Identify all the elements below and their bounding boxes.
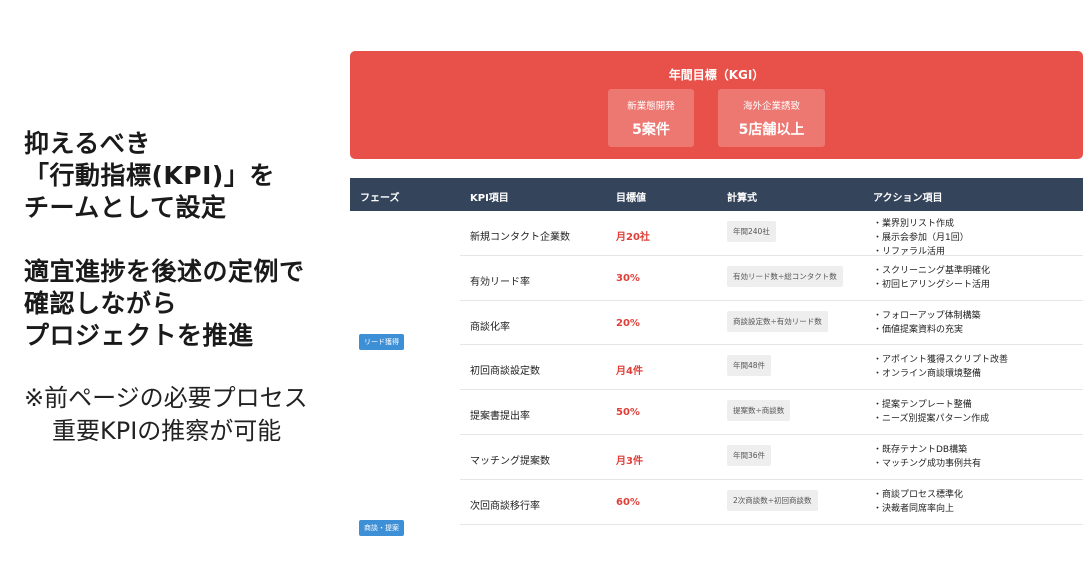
action-item: ・オンライン商談環境整備 (873, 369, 982, 380)
kpi-actions: ・スクリーニング基準明確化 ・初回ヒアリングシート活用 (873, 264, 990, 292)
kpi-formula: 2次商談数÷初回商談数 (727, 489, 818, 511)
note-line: ※前ページの必要プロセス (24, 384, 308, 412)
header-kpi-item: KPI項目 (470, 193, 509, 204)
kpi-target: 20% (616, 317, 640, 329)
header-formula: 計算式 (727, 193, 757, 204)
kpi-formula: 年間36件 (727, 445, 772, 466)
header-actions: アクション項目 (873, 193, 943, 204)
header-target: 目標値 (616, 193, 646, 204)
note: ※前ページの必要プロセス 重要KPIの推察が可能 (24, 382, 354, 448)
action-item: ・マッチング成功事例共有 (873, 459, 982, 469)
lead-line: 確認しながら (24, 289, 178, 318)
kpi-actions: ・アポイント獲得スクリプト改善 ・オンライン商談環境整備 (873, 353, 1008, 381)
table-body: リード獲得 商談・提案 新規コンタクト企業数 月20社 年間240社 ・業界別リ… (350, 211, 1083, 547)
action-item: ・提案テンプレート整備 (873, 400, 972, 411)
table-row: 有効リード率 30% 有効リード数÷総コンタクト数 ・スクリーニング基準明確化 … (460, 256, 1083, 301)
phase-badge-lead: リード獲得 (359, 334, 404, 350)
kgi-box-value: 5案件 (632, 122, 670, 138)
action-item: ・初回ヒアリングシート活用 (873, 279, 991, 290)
action-item: ・価値提案資料の充実 (873, 324, 964, 335)
kpi-item: 次回商談移行率 (470, 500, 540, 512)
kpi-formula: 提案数÷商談数 (727, 400, 791, 422)
kpi-actions: ・既存テナントDB構築 ・マッチング成功事例共有 (873, 443, 981, 471)
kpi-table: フェーズ KPI項目 目標値 計算式 アクション項目 リード獲得 商談・提案 新… (350, 178, 1083, 547)
kgi-banner: 年間目標（KGI） 新業態開発 5案件 海外企業誘致 5店舗以上 (350, 51, 1083, 159)
kpi-formula: 年間48件 (727, 355, 772, 377)
action-item: ・展示会参加（月1回） (873, 233, 969, 243)
kpi-formula: 年間240社 (727, 221, 776, 242)
kgi-box: 新業態開発 5案件 (608, 89, 694, 147)
action-item: ・フォローアップ体制構築 (873, 310, 981, 321)
table-row: 提案書提出率 50% 提案数÷商談数 ・提案テンプレート整備 ・ニーズ別提案パタ… (460, 390, 1083, 435)
action-item: ・スクリーニング基準明確化 (873, 265, 991, 276)
kgi-box-value: 5店舗以上 (738, 122, 805, 138)
lead-gap (24, 224, 354, 256)
kpi-actions: ・業界別リスト作成 ・展示会参加（月1回） ・リファラル活用 (873, 217, 969, 259)
action-item: ・ニーズ別提案パターン作成 (873, 414, 990, 425)
kpi-target: 50% (616, 407, 640, 419)
action-item: ・決裁者同席率向上 (873, 503, 955, 514)
lead-line: プロジェクトを推進 (24, 321, 254, 350)
kgi-box-label: 海外企業誘致 (742, 101, 800, 112)
kgi-box: 海外企業誘致 5店舗以上 (718, 89, 825, 147)
header-phase: フェーズ (360, 193, 400, 204)
lead-line: 「行動指標(KPI)」を (24, 161, 275, 190)
kpi-actions: ・提案テンプレート整備 ・ニーズ別提案パターン作成 (873, 398, 989, 426)
kpi-item: 新規コンタクト企業数 (470, 232, 570, 243)
action-item: ・業界別リスト作成 (873, 219, 955, 229)
action-item: ・アポイント獲得スクリプト改善 (873, 355, 1009, 366)
note-line: 重要KPIの推察が可能 (52, 417, 282, 445)
lead-line: 適宜進捗を後述の定例で (24, 257, 305, 286)
kpi-target: 30% (616, 272, 640, 284)
action-item: ・商談プロセス標準化 (873, 489, 964, 500)
lead-line: 抑えるべき (24, 129, 151, 158)
kpi-formula: 商談設定数÷有効リード数 (727, 310, 828, 332)
table-header: フェーズ KPI項目 目標値 計算式 アクション項目 (350, 178, 1083, 211)
kpi-actions: ・商談プロセス標準化 ・決裁者同席率向上 (873, 488, 963, 516)
left-text-block: 抑えるべき 「行動指標(KPI)」を チームとして設定 適宜進捗を後述の定例で … (24, 128, 354, 448)
kpi-target: 月4件 (616, 366, 643, 378)
kpi-formula: 有効リード数÷総コンタクト数 (727, 265, 843, 287)
phase-badge-negotiation: 商談・提案 (359, 520, 404, 536)
kgi-boxes: 新業態開発 5案件 海外企業誘致 5店舗以上 (350, 89, 1083, 147)
table-row: 次回商談移行率 60% 2次商談数÷初回商談数 ・商談プロセス標準化 ・決裁者同… (460, 480, 1083, 525)
lead-message: 抑えるべき 「行動指標(KPI)」を チームとして設定 適宜進捗を後述の定例で … (24, 128, 354, 352)
kpi-target: 60% (616, 496, 640, 508)
kpi-target: 月3件 (616, 456, 643, 467)
table-row: 商談化率 20% 商談設定数÷有効リード数 ・フォローアップ体制構築 ・価値提案… (460, 301, 1083, 346)
kpi-actions: ・フォローアップ体制構築 ・価値提案資料の充実 (873, 309, 981, 337)
table-row: マッチング提案数 月3件 年間36件 ・既存テナントDB構築 ・マッチング成功事… (460, 435, 1083, 480)
table-row: 初回商談設定数 月4件 年間48件 ・アポイント獲得スクリプト改善 ・オンライン… (460, 345, 1083, 391)
kgi-box-label: 新業態開発 (627, 101, 675, 112)
action-item: ・既存テナントDB構築 (873, 445, 968, 455)
kpi-item: マッチング提案数 (470, 456, 550, 467)
kpi-item: 初回商談設定数 (470, 366, 540, 378)
kpi-item: 商談化率 (470, 321, 510, 333)
kpi-item: 有効リード率 (470, 276, 530, 288)
lead-line: チームとして設定 (24, 193, 227, 222)
kgi-title: 年間目標（KGI） (668, 68, 765, 82)
kpi-target: 月20社 (616, 232, 650, 243)
kpi-item: 提案書提出率 (470, 411, 530, 423)
table-row: 新規コンタクト企業数 月20社 年間240社 ・業界別リスト作成 ・展示会参加（… (460, 211, 1083, 259)
